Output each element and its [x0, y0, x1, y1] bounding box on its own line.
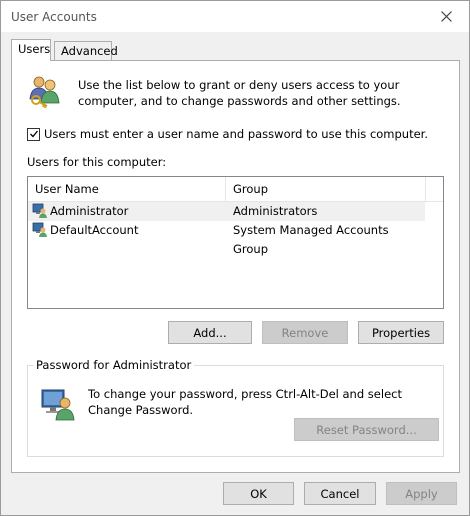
require-login-checkbox[interactable] [27, 127, 40, 141]
tab-advanced[interactable]: Advanced [54, 41, 118, 61]
add-user-button[interactable]: Add... [168, 321, 252, 344]
tab-users[interactable]: Users [11, 39, 51, 61]
user-monitor-icon [32, 222, 47, 237]
properties-button[interactable]: Properties [358, 321, 444, 344]
users-tab-panel: Use the list below to grant or deny user… [11, 60, 460, 473]
users-list-header: User Name Group [28, 177, 443, 202]
ok-button[interactable]: OK [223, 482, 294, 505]
users-list-label: Users for this computer: [27, 155, 167, 169]
intro-text: Use the list below to grant or deny user… [78, 78, 401, 108]
column-header-group[interactable]: Group [226, 177, 426, 202]
user-monitor-icon [41, 389, 75, 421]
column-header-user-name[interactable]: User Name [28, 177, 226, 202]
close-button[interactable] [423, 1, 469, 32]
password-group-title: Password for Administrator [33, 358, 195, 372]
title-bar: User Accounts [1, 1, 469, 32]
user-name-cell: DefaultAccount [50, 223, 139, 237]
users-keys-icon [29, 76, 60, 109]
checkmark-icon [29, 130, 38, 138]
close-icon [440, 11, 452, 22]
user-group-cell: System Managed Accounts Group [233, 223, 389, 256]
user-monitor-icon [32, 203, 47, 218]
remove-user-button[interactable]: Remove [262, 321, 348, 344]
require-login-label: Users must enter a user name and passwor… [44, 127, 429, 141]
user-group-cell: Administrators [233, 204, 318, 218]
password-instructions: To change your password, press Ctrl-Alt-… [88, 387, 402, 417]
password-groupbox: Password for Administrator To change you… [27, 358, 444, 457]
reset-password-button[interactable]: Reset Password... [294, 418, 439, 441]
apply-button[interactable]: Apply [386, 482, 457, 505]
user-accounts-window: User Accounts Users Advanced Use the lis… [0, 0, 470, 516]
window-title: User Accounts [11, 10, 97, 24]
user-name-cell: Administrator [50, 204, 129, 218]
users-list[interactable]: User Name Group Administrator Administra… [27, 176, 444, 309]
table-row[interactable]: DefaultAccount System Managed Accounts G… [28, 221, 425, 256]
cancel-button[interactable]: Cancel [304, 482, 376, 505]
table-row[interactable]: Administrator Administrators [28, 202, 425, 221]
require-login-row[interactable]: Users must enter a user name and passwor… [27, 127, 428, 141]
